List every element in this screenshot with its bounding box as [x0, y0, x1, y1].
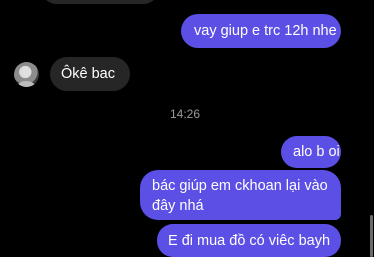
message-bubble-outgoing[interactable]: E đi mua đồ có viêc bayh: [157, 224, 341, 257]
message-text: vay giup e trc 12h nhe: [194, 23, 337, 39]
message-text: bác giúp em ckhoan lại vào đây nhá: [152, 178, 328, 214]
message-text: Ôkê bac: [61, 66, 115, 82]
message-bubble-partial: [40, 0, 160, 4]
message-text: E đi mua đồ có viêc bayh: [168, 233, 331, 249]
timestamp: 14:26: [170, 107, 201, 121]
message-bubble-outgoing[interactable]: bác giúp em ckhoan lại vào đây nhá: [140, 170, 341, 220]
scrollbar[interactable]: [370, 215, 373, 257]
message-bubble-incoming[interactable]: Ôkê bac: [50, 57, 130, 91]
avatar[interactable]: [14, 62, 39, 87]
message-text: alo b oi: [293, 144, 340, 160]
message-bubble-outgoing[interactable]: alo b oi: [281, 136, 341, 168]
message-bubble-outgoing[interactable]: vay giup e trc 12h nhe: [181, 14, 341, 48]
avatar-image-icon: [17, 67, 36, 87]
